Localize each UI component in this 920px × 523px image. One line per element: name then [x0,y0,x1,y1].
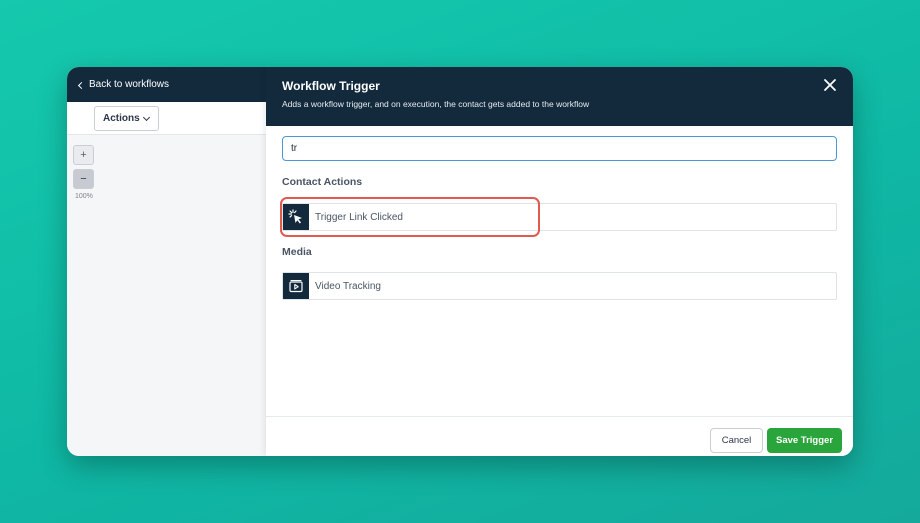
cursor-click-icon [283,204,309,230]
back-link-label: Back to workflows [89,79,170,90]
save-trigger-button[interactable]: Save Trigger [767,428,842,453]
trigger-item-link-clicked[interactable]: Trigger Link Clicked [282,203,837,231]
trigger-search-input[interactable] [282,136,837,161]
trigger-item-label: Trigger Link Clicked [315,211,403,223]
actions-dropdown[interactable]: Actions [94,106,159,131]
workflow-canvas-sidebar: Back to workflows Actions + − 100% [67,67,266,456]
trigger-item-video-tracking[interactable]: Video Tracking [282,272,837,300]
canvas-toolbar: Actions [67,102,266,135]
close-icon[interactable] [823,78,837,92]
zoom-out-button[interactable]: − [73,169,94,189]
app-window: Back to workflows Actions + − 100% Workf… [67,67,853,456]
cancel-button[interactable]: Cancel [710,428,763,453]
chevron-left-icon [77,81,86,89]
trigger-item-label: Video Tracking [315,280,381,292]
panel-body: Contact Actions Trigger Link Clicked Med… [266,126,853,416]
zoom-level-label: 100% [75,193,93,200]
panel-description: Adds a workflow trigger, and on executio… [282,99,590,109]
panel-title: Workflow Trigger [282,79,380,93]
chevron-down-icon [142,113,151,121]
section-label-media: Media [282,246,312,258]
video-icon [283,273,309,299]
left-header: Back to workflows [67,67,266,102]
panel-header: Workflow Trigger Adds a workflow trigger… [266,67,853,126]
zoom-in-button[interactable]: + [73,145,94,165]
panel-footer [266,416,853,456]
back-to-workflows-link[interactable]: Back to workflows [77,79,170,90]
section-label-contact-actions: Contact Actions [282,176,363,188]
workflow-trigger-panel: Workflow Trigger Adds a workflow trigger… [266,67,853,456]
actions-dropdown-label: Actions [103,113,140,124]
